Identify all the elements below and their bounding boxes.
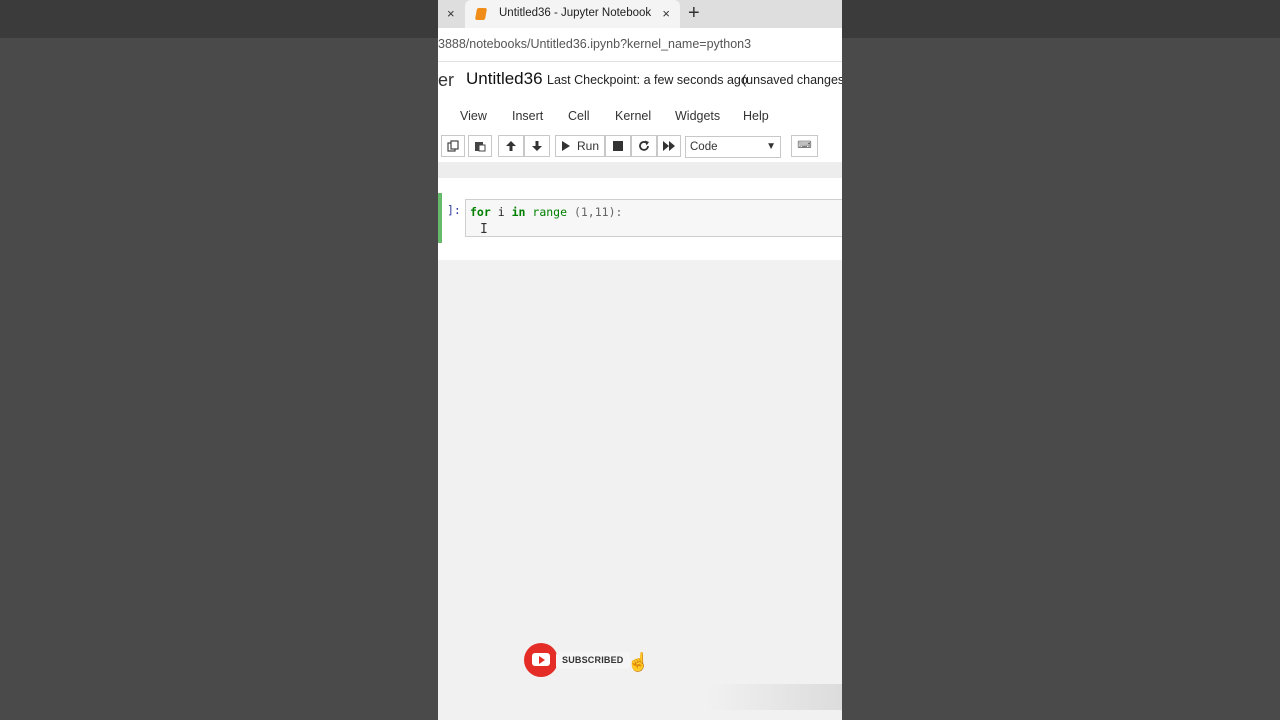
screen-viewport: × Untitled36 - Jupyter Notebook × + 3888… — [438, 0, 842, 720]
address-bar[interactable]: 3888/notebooks/Untitled36.ipynb?kernel_n… — [438, 28, 842, 62]
text-cursor-icon: I — [480, 222, 488, 237]
arrow-down-icon — [532, 141, 542, 151]
keyboard-icon: ⌨ — [797, 140, 812, 151]
youtube-logo-icon — [524, 643, 558, 677]
run-cell-button[interactable]: Run — [555, 135, 605, 157]
previous-tab-close-icon[interactable]: × — [447, 6, 455, 21]
run-label: Run — [576, 139, 599, 153]
restart-kernel-button[interactable] — [631, 135, 657, 157]
move-up-button[interactable] — [498, 135, 524, 157]
jupyter-header: er Untitled36 Last Checkpoint: a few sec… — [438, 62, 842, 98]
notebook-toolbar: Run Code ▼ ⌨ — [438, 132, 842, 163]
browser-tab-active[interactable]: Untitled36 - Jupyter Notebook × — [465, 0, 680, 28]
checkpoint-status: Last Checkpoint: a few seconds ago — [547, 73, 748, 87]
menu-view[interactable]: View — [460, 109, 487, 123]
command-palette-button[interactable]: ⌨ — [791, 135, 818, 157]
subscribed-label: SUBSCRIBED — [556, 652, 630, 669]
cell-prompt: ]: — [447, 203, 461, 217]
notebook-title[interactable]: Untitled36 — [466, 69, 543, 89]
run-all-button[interactable] — [657, 135, 681, 157]
browser-tab-strip: × Untitled36 - Jupyter Notebook × + — [438, 0, 842, 28]
jupyter-logo-text[interactable]: er — [438, 70, 454, 91]
copy-cell-button[interactable] — [441, 135, 465, 157]
cell-editor[interactable]: for i in range (1,11): I — [465, 199, 842, 237]
notebook-container: ]: for i in range (1,11): I — [438, 178, 842, 260]
code-keyword-for: for — [470, 205, 491, 219]
cell-type-select[interactable]: Code ▼ — [685, 136, 781, 158]
arrow-up-icon — [506, 141, 516, 151]
move-down-button[interactable] — [524, 135, 550, 157]
code-args: (1,11): — [573, 205, 623, 219]
jupyter-favicon-icon — [474, 8, 488, 20]
fade-overlay — [708, 684, 842, 710]
menu-help[interactable]: Help — [743, 109, 769, 123]
code-keyword-in: in — [511, 205, 526, 219]
play-triangle — [539, 656, 545, 664]
fast-forward-icon — [662, 141, 675, 151]
new-tab-icon[interactable]: + — [688, 2, 700, 24]
menu-bar: View Insert Cell Kernel Widgets Help — [438, 98, 842, 132]
code-variable: i — [497, 205, 505, 219]
code-cell[interactable]: ]: for i in range (1,11): I — [438, 193, 842, 243]
play-icon — [561, 141, 570, 151]
hand-pointer-icon: ☝ — [627, 652, 650, 672]
tab-title: Untitled36 - Jupyter Notebook — [499, 7, 652, 19]
menu-kernel[interactable]: Kernel — [615, 109, 651, 123]
copy-icon — [447, 140, 459, 152]
unsaved-indicator: (unsaved changes) — [742, 73, 842, 87]
paste-icon — [475, 142, 486, 152]
stop-icon — [613, 141, 623, 151]
paste-cell-button[interactable] — [468, 135, 492, 157]
code-line: for i in range (1,11): — [470, 205, 622, 219]
cell-type-value: Code — [690, 141, 718, 153]
menu-widgets[interactable]: Widgets — [675, 109, 720, 123]
code-builtin: range — [532, 205, 568, 219]
chevron-down-icon: ▼ — [766, 141, 776, 152]
menu-cell[interactable]: Cell — [568, 109, 590, 123]
notebook-gutter — [438, 162, 842, 178]
menu-insert[interactable]: Insert — [512, 109, 543, 123]
url-text: 3888/notebooks/Untitled36.ipynb?kernel_n… — [438, 37, 752, 51]
tab-close-icon[interactable]: × — [662, 6, 670, 21]
restart-icon — [639, 140, 649, 151]
interrupt-kernel-button[interactable] — [605, 135, 631, 157]
